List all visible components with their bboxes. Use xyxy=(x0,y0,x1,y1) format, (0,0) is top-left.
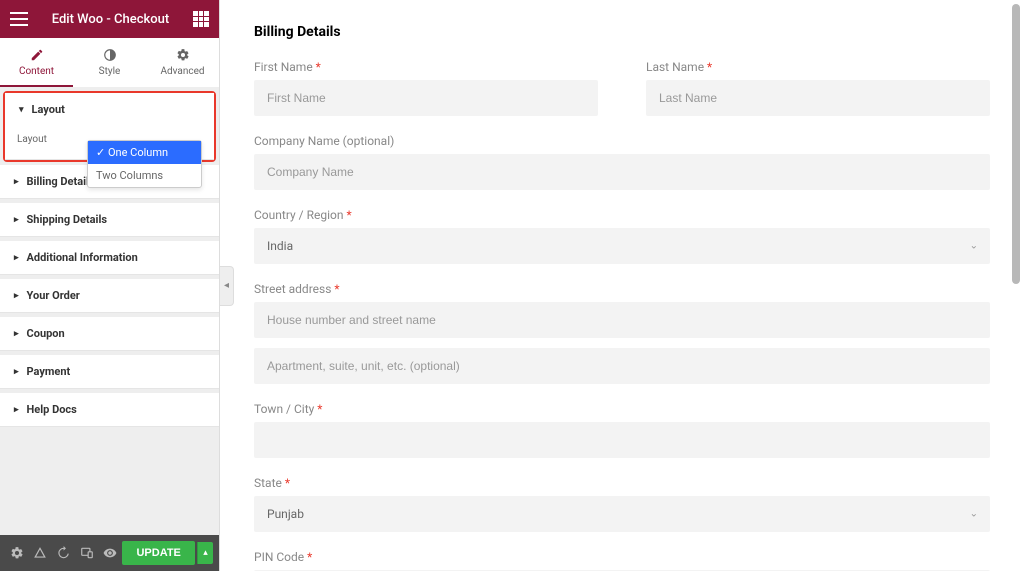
layout-dropdown: One Column Two Columns xyxy=(87,140,202,188)
scrollbar[interactable] xyxy=(1012,4,1020,284)
panel-tabs: Content Style Advanced xyxy=(0,38,219,88)
section-payment-title: Payment xyxy=(27,365,71,378)
section-payment-header[interactable]: ▸ Payment xyxy=(0,355,219,388)
caret-right-icon: ▸ xyxy=(14,253,19,263)
section-coupon-header[interactable]: ▸ Coupon xyxy=(0,317,219,350)
update-options-button[interactable]: ▴ xyxy=(197,542,213,564)
hamburger-icon[interactable] xyxy=(10,12,28,26)
caret-right-icon: ▸ xyxy=(14,177,19,187)
responsive-icon[interactable] xyxy=(76,541,97,565)
scrollbar-thumb[interactable] xyxy=(1012,4,1020,284)
billing-heading: Billing Details xyxy=(254,24,990,40)
preview-area: Billing Details First Name * Last Name *… xyxy=(220,0,1024,571)
update-button[interactable]: UPDATE xyxy=(122,541,194,565)
panel-header: Edit Woo - Checkout xyxy=(0,0,219,38)
gear-icon xyxy=(176,48,190,62)
caret-right-icon: ▸ xyxy=(14,329,19,339)
panel-body: ▾ Layout Layout One Column Two Columns xyxy=(0,88,219,535)
caret-right-icon: ▸ xyxy=(14,367,19,377)
navigator-icon[interactable] xyxy=(29,541,50,565)
section-additional-title: Additional Information xyxy=(27,251,138,264)
section-layout-header[interactable]: ▾ Layout xyxy=(5,93,214,126)
section-coupon-title: Coupon xyxy=(27,327,65,340)
caret-right-icon: ▸ xyxy=(14,405,19,415)
editor-panel: Edit Woo - Checkout Content Style Advanc… xyxy=(0,0,220,571)
state-select[interactable]: Punjab xyxy=(254,496,990,532)
history-icon[interactable] xyxy=(53,541,74,565)
tab-style[interactable]: Style xyxy=(73,38,146,87)
section-shipping-header[interactable]: ▸ Shipping Details xyxy=(0,203,219,236)
country-select[interactable]: India xyxy=(254,228,990,264)
last-name-label: Last Name * xyxy=(646,60,990,74)
first-name-label: First Name * xyxy=(254,60,598,74)
caret-down-icon: ▾ xyxy=(19,105,24,115)
section-layout-title: Layout xyxy=(32,103,65,116)
section-order-header[interactable]: ▸ Your Order xyxy=(0,279,219,312)
last-name-input[interactable] xyxy=(646,80,990,116)
tab-advanced[interactable]: Advanced xyxy=(146,38,219,87)
country-label: Country / Region * xyxy=(254,208,990,222)
settings-icon[interactable] xyxy=(6,541,27,565)
collapse-panel-handle[interactable]: ◂ xyxy=(220,266,234,306)
company-input[interactable] xyxy=(254,154,990,190)
contrast-icon xyxy=(103,48,117,62)
preview-icon[interactable] xyxy=(99,541,120,565)
city-label: Town / City * xyxy=(254,402,990,416)
pin-label: PIN Code * xyxy=(254,550,990,564)
first-name-input[interactable] xyxy=(254,80,598,116)
caret-right-icon: ▸ xyxy=(14,291,19,301)
section-order-title: Your Order xyxy=(27,289,80,302)
street-label: Street address * xyxy=(254,282,990,296)
tab-style-label: Style xyxy=(99,66,121,77)
highlight-annotation: ▾ Layout Layout One Column Two Columns xyxy=(3,91,216,162)
panel-footer: UPDATE ▴ xyxy=(0,535,219,571)
pencil-icon xyxy=(30,48,44,62)
dropdown-option-one-column[interactable]: One Column xyxy=(88,141,201,164)
section-additional-header[interactable]: ▸ Additional Information xyxy=(0,241,219,274)
layout-label: Layout xyxy=(17,134,87,145)
section-help-header[interactable]: ▸ Help Docs xyxy=(0,393,219,426)
caret-right-icon: ▸ xyxy=(14,215,19,225)
section-help-title: Help Docs xyxy=(27,403,77,416)
apps-icon[interactable] xyxy=(193,11,209,27)
tab-content[interactable]: Content xyxy=(0,38,73,87)
section-shipping-title: Shipping Details xyxy=(27,213,108,226)
tab-content-label: Content xyxy=(19,66,54,77)
street-input-1[interactable] xyxy=(254,302,990,338)
dropdown-option-two-columns[interactable]: Two Columns xyxy=(88,164,201,187)
street-input-2[interactable] xyxy=(254,348,990,384)
section-layout-content: Layout One Column Two Columns xyxy=(5,126,214,159)
company-label: Company Name (optional) xyxy=(254,134,990,148)
state-label: State * xyxy=(254,476,990,490)
tab-advanced-label: Advanced xyxy=(160,66,204,77)
panel-title: Edit Woo - Checkout xyxy=(28,12,193,27)
city-input[interactable] xyxy=(254,422,990,458)
section-billing-title: Billing Details xyxy=(27,175,95,188)
